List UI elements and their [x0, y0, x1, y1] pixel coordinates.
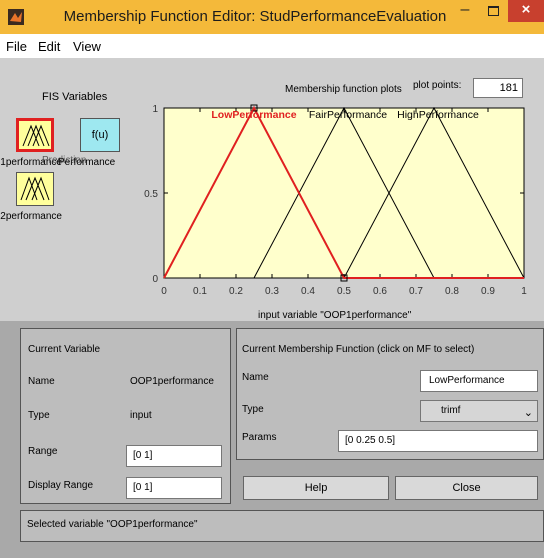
mf-type-value: trimf: [441, 405, 461, 416]
current-variable-heading: Current Variable: [28, 344, 101, 355]
help-button[interactable]: Help: [243, 476, 389, 500]
x-axis-title: input variable "OOP1performance": [258, 310, 412, 321]
plot-points-input[interactable]: 181: [473, 78, 523, 98]
x-tick-label: 0.8: [445, 286, 459, 297]
y-tick-label: 1: [152, 104, 158, 115]
variable-type-label: Type: [28, 410, 50, 421]
variable-name-label: Name: [28, 376, 55, 387]
title-bar: Membership Function Editor: StudPerforma…: [0, 0, 544, 34]
x-tick-label: 0.2: [229, 286, 243, 297]
x-tick-label: 0.3: [265, 286, 279, 297]
function-icon: f(u): [91, 129, 109, 141]
membership-function-plot[interactable]: 0 0.1 0.2 0.3 0.4 0.5 0.6 0.7 0.8 0.9 1 0 0.5 1 FairPe…: [140, 100, 544, 312]
y-tick-label: 0.5: [144, 189, 158, 200]
variable-type-value: input: [130, 410, 152, 421]
fis-variables-heading: FIS Variables: [42, 91, 108, 103]
maximize-icon: [488, 6, 499, 16]
range-label: Range: [28, 446, 58, 457]
mf-type-select[interactable]: trimf ⌄: [420, 400, 538, 422]
x-tick-label: 0.5: [337, 286, 351, 297]
range-input[interactable]: [0 1]: [126, 445, 222, 467]
plot-points-label: plot points:: [413, 80, 462, 91]
y-tick-label: 0: [152, 274, 158, 285]
x-tick-label: 0.6: [373, 286, 387, 297]
window-title: Membership Function Editor: StudPerforma…: [63, 8, 447, 25]
x-tick-label: 0.4: [301, 286, 315, 297]
mf-plots-label: Membership function plots: [285, 84, 402, 95]
x-tick-label: 1: [521, 286, 527, 297]
menu-bar: File Edit View: [0, 34, 544, 59]
mf-name-input[interactable]: LowPerformance: [420, 370, 538, 392]
current-mf-heading: Current Membership Function (click on MF…: [242, 344, 475, 355]
mf-thumbnail-icon: [22, 124, 50, 147]
mf-label-HighPerformance[interactable]: HighPerformance: [397, 109, 479, 121]
mf-type-label: Type: [242, 404, 264, 415]
x-tick-label: 0.9: [481, 286, 495, 297]
mf-label-FairPerformance[interactable]: FairPerformance: [309, 109, 387, 121]
maximize-button[interactable]: [480, 0, 506, 22]
input-variable-oop2[interactable]: [16, 172, 54, 206]
plot-background: [163, 107, 525, 279]
display-range-input[interactable]: [0 1]: [126, 477, 222, 499]
menu-edit[interactable]: Edit: [38, 39, 60, 54]
x-tick-label: 0: [161, 286, 167, 297]
x-tick-label: 0.1: [193, 286, 207, 297]
output-variable-prediction[interactable]: f(u): [80, 118, 120, 152]
mf-label-LowPerformance[interactable]: LowPerformance: [211, 109, 296, 121]
mf-params-input[interactable]: [0 0.25 0.5]: [338, 430, 538, 452]
mf-name-label: Name: [242, 372, 269, 383]
mf-params-label: Params: [242, 432, 277, 443]
input-variable-oop1[interactable]: [16, 118, 54, 152]
close-button[interactable]: Close: [395, 476, 538, 500]
input-variable-oop2-caption: OOP2performance: [0, 211, 62, 222]
menu-file[interactable]: File: [6, 39, 27, 54]
close-window-button[interactable]: ×: [508, 0, 544, 22]
display-range-label: Display Range: [28, 480, 94, 491]
minimize-button[interactable]: –: [452, 0, 478, 22]
output-variable-caption-overlap: Prediction: [42, 155, 87, 166]
x-tick-label: 0.7: [409, 286, 423, 297]
variable-name-value: OOP1performance: [130, 376, 214, 387]
menu-view[interactable]: View: [73, 39, 101, 54]
mf-thumbnail-icon: [20, 176, 50, 201]
status-bar: Selected variable "OOP1performance": [20, 510, 544, 542]
chevron-down-icon: ⌄: [523, 407, 533, 419]
matlab-logo-icon: [8, 9, 24, 25]
